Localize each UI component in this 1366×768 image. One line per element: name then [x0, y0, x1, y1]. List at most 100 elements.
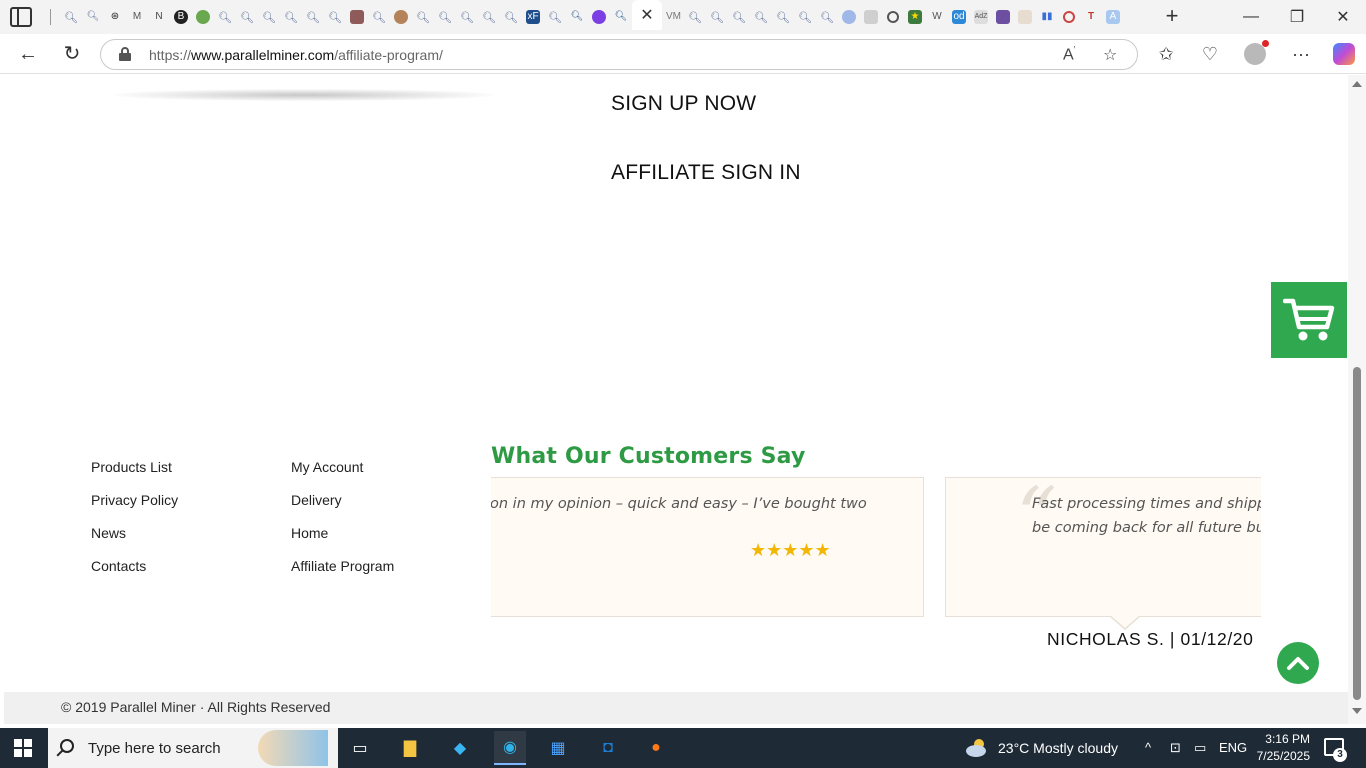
- tab-search[interactable]: 🔍︎: [816, 4, 838, 30]
- tab-search[interactable]: 🔍︎: [566, 4, 588, 30]
- weather-text[interactable]: 23°C Mostly cloudy: [998, 740, 1118, 756]
- tab-xf[interactable]: xF: [522, 4, 544, 30]
- microsoft-store-icon[interactable]: ▦: [544, 734, 572, 762]
- tab-violet[interactable]: [992, 4, 1014, 30]
- tab-search[interactable]: 🔍︎: [214, 4, 236, 30]
- tab-chart[interactable]: ▮▮: [1036, 4, 1058, 30]
- tab-search[interactable]: 🔍︎: [684, 4, 706, 30]
- tab-list: 🔍︎ 🔍︎ ⊛ M N B 🔍︎ 🔍︎ 🔍︎ 🔍︎ 🔍︎ 🔍︎ 🔍︎ 🔍︎ 🔍︎…: [60, 0, 1124, 30]
- tab-search[interactable]: 🔍︎: [610, 4, 632, 30]
- more-menu-icon[interactable]: ···: [1288, 42, 1314, 66]
- tab-search[interactable]: 🔍︎: [324, 4, 346, 30]
- tab-notion[interactable]: N: [148, 4, 170, 30]
- favorites-icon[interactable]: ✩: [1153, 42, 1179, 66]
- footer-link-my-account[interactable]: My Account: [291, 459, 363, 475]
- tab-search[interactable]: 🔍︎: [236, 4, 258, 30]
- show-hidden-icons-chevron-icon[interactable]: ^: [1145, 740, 1151, 755]
- footer-link-contacts[interactable]: Contacts: [91, 558, 146, 574]
- read-aloud-icon[interactable]: Aʼ: [1063, 45, 1076, 64]
- address-bar[interactable]: https://www.parallelminer.com/affiliate-…: [100, 39, 1138, 70]
- tab-chess[interactable]: [346, 4, 368, 30]
- cart-button[interactable]: [1271, 282, 1347, 358]
- windows-start-icon[interactable]: [14, 739, 32, 757]
- lock-icon[interactable]: [119, 47, 131, 61]
- cloudy-weather-icon[interactable]: [964, 736, 990, 758]
- tab-ring[interactable]: [882, 4, 904, 30]
- tab-search[interactable]: 🔍︎: [500, 4, 522, 30]
- footer-link-news[interactable]: News: [91, 525, 126, 541]
- tab-search[interactable]: 🔍︎: [368, 4, 390, 30]
- back-arrow-icon[interactable]: ←: [15, 42, 41, 66]
- tab-edge[interactable]: [838, 4, 860, 30]
- new-tab-button[interactable]: +: [1160, 4, 1184, 30]
- restore-icon[interactable]: ❐: [1274, 0, 1320, 34]
- tab-blue-a[interactable]: A: [1102, 4, 1124, 30]
- tab-search[interactable]: 🔍︎: [706, 4, 728, 30]
- tab-openai[interactable]: ⊛: [104, 4, 126, 30]
- tab-search[interactable]: 🔍︎: [82, 4, 104, 30]
- footer-link-privacy-policy[interactable]: Privacy Policy: [91, 492, 178, 508]
- scroll-up-arrow-icon[interactable]: [1352, 81, 1362, 87]
- battery-icon[interactable]: ▭: [1194, 740, 1206, 756]
- tab-light[interactable]: [1014, 4, 1036, 30]
- tab-active-close-icon[interactable]: ✕: [632, 0, 662, 30]
- tab-search[interactable]: 🔍︎: [60, 4, 82, 30]
- copilot-app-icon[interactable]: ◆: [446, 734, 474, 762]
- tab-maps[interactable]: [192, 4, 214, 30]
- footer-link-products-list[interactable]: Products List: [91, 459, 172, 475]
- tab-search[interactable]: 🔍︎: [434, 4, 456, 30]
- tab-search[interactable]: 🔍︎: [478, 4, 500, 30]
- tab-red-ring[interactable]: [1058, 4, 1080, 30]
- tab-search[interactable]: 🔍︎: [772, 4, 794, 30]
- page-scrollbar[interactable]: [1348, 75, 1366, 724]
- scroll-down-arrow-icon[interactable]: [1352, 708, 1362, 714]
- profile-avatar[interactable]: [1244, 40, 1269, 65]
- tab-search[interactable]: 🔍︎: [456, 4, 478, 30]
- tab-vm[interactable]: VM: [662, 4, 684, 30]
- minimize-icon[interactable]: —: [1228, 0, 1274, 34]
- network-icon[interactable]: ⊡: [1170, 740, 1181, 756]
- refresh-icon[interactable]: ↻: [59, 42, 85, 66]
- clock[interactable]: 3:16 PM 7/25/2025: [1250, 731, 1310, 765]
- tab-search[interactable]: 🔍︎: [750, 4, 772, 30]
- browser-essentials-icon[interactable]: ♡: [1197, 42, 1223, 66]
- edge-browser-icon[interactable]: ◉: [494, 731, 526, 765]
- language-indicator[interactable]: ENG: [1219, 740, 1247, 755]
- shopping-cart-icon: [1283, 298, 1335, 341]
- scroll-to-top-button[interactable]: [1277, 642, 1319, 684]
- tab-search[interactable]: 🔍︎: [728, 4, 750, 30]
- testimonials-carousel[interactable]: on in my opinion – quick and easy – I’ve…: [491, 477, 1261, 667]
- url-text[interactable]: https://www.parallelminer.com/affiliate-…: [149, 47, 443, 63]
- tab-search[interactable]: 🔍︎: [794, 4, 816, 30]
- tab-od[interactable]: od: [948, 4, 970, 30]
- tab-search[interactable]: 🔍︎: [544, 4, 566, 30]
- footer-link-affiliate-program[interactable]: Affiliate Program: [291, 558, 394, 574]
- tab-search[interactable]: 🔍︎: [302, 4, 324, 30]
- tab-bold[interactable]: B: [170, 4, 192, 30]
- tab-gray[interactable]: [860, 4, 882, 30]
- tab-generic[interactable]: M: [126, 4, 148, 30]
- sign-up-now-link[interactable]: SIGN UP NOW: [611, 92, 756, 116]
- copilot-icon[interactable]: [1333, 43, 1355, 65]
- scrollbar-thumb[interactable]: [1353, 367, 1361, 700]
- tab-wiki[interactable]: W: [926, 4, 948, 30]
- favorite-star-icon[interactable]: ☆: [1103, 45, 1117, 65]
- file-explorer-icon[interactable]: ▇: [396, 734, 424, 762]
- affiliate-sign-in-link[interactable]: AFFILIATE SIGN IN: [611, 161, 801, 185]
- tab-search[interactable]: 🔍︎: [280, 4, 302, 30]
- footer-link-delivery[interactable]: Delivery: [291, 492, 342, 508]
- tab-search[interactable]: 🔍︎: [412, 4, 434, 30]
- tab-cookie[interactable]: [390, 4, 412, 30]
- taskbar-search-box[interactable]: Type here to search: [48, 728, 338, 768]
- footer-link-home[interactable]: Home: [291, 525, 328, 541]
- tab-tr[interactable]: T: [1080, 4, 1102, 30]
- tab-purple[interactable]: [588, 4, 610, 30]
- tab-search[interactable]: 🔍︎: [258, 4, 280, 30]
- tab-ad[interactable]: AdZ: [970, 4, 992, 30]
- task-view-icon[interactable]: ▭: [346, 734, 374, 762]
- tab-actions-icon[interactable]: [10, 7, 32, 27]
- firefox-icon[interactable]: ●: [642, 734, 670, 762]
- tab-star[interactable]: ★: [904, 4, 926, 30]
- close-window-icon[interactable]: ✕: [1320, 0, 1366, 34]
- outlook-icon[interactable]: ◘: [594, 734, 622, 762]
